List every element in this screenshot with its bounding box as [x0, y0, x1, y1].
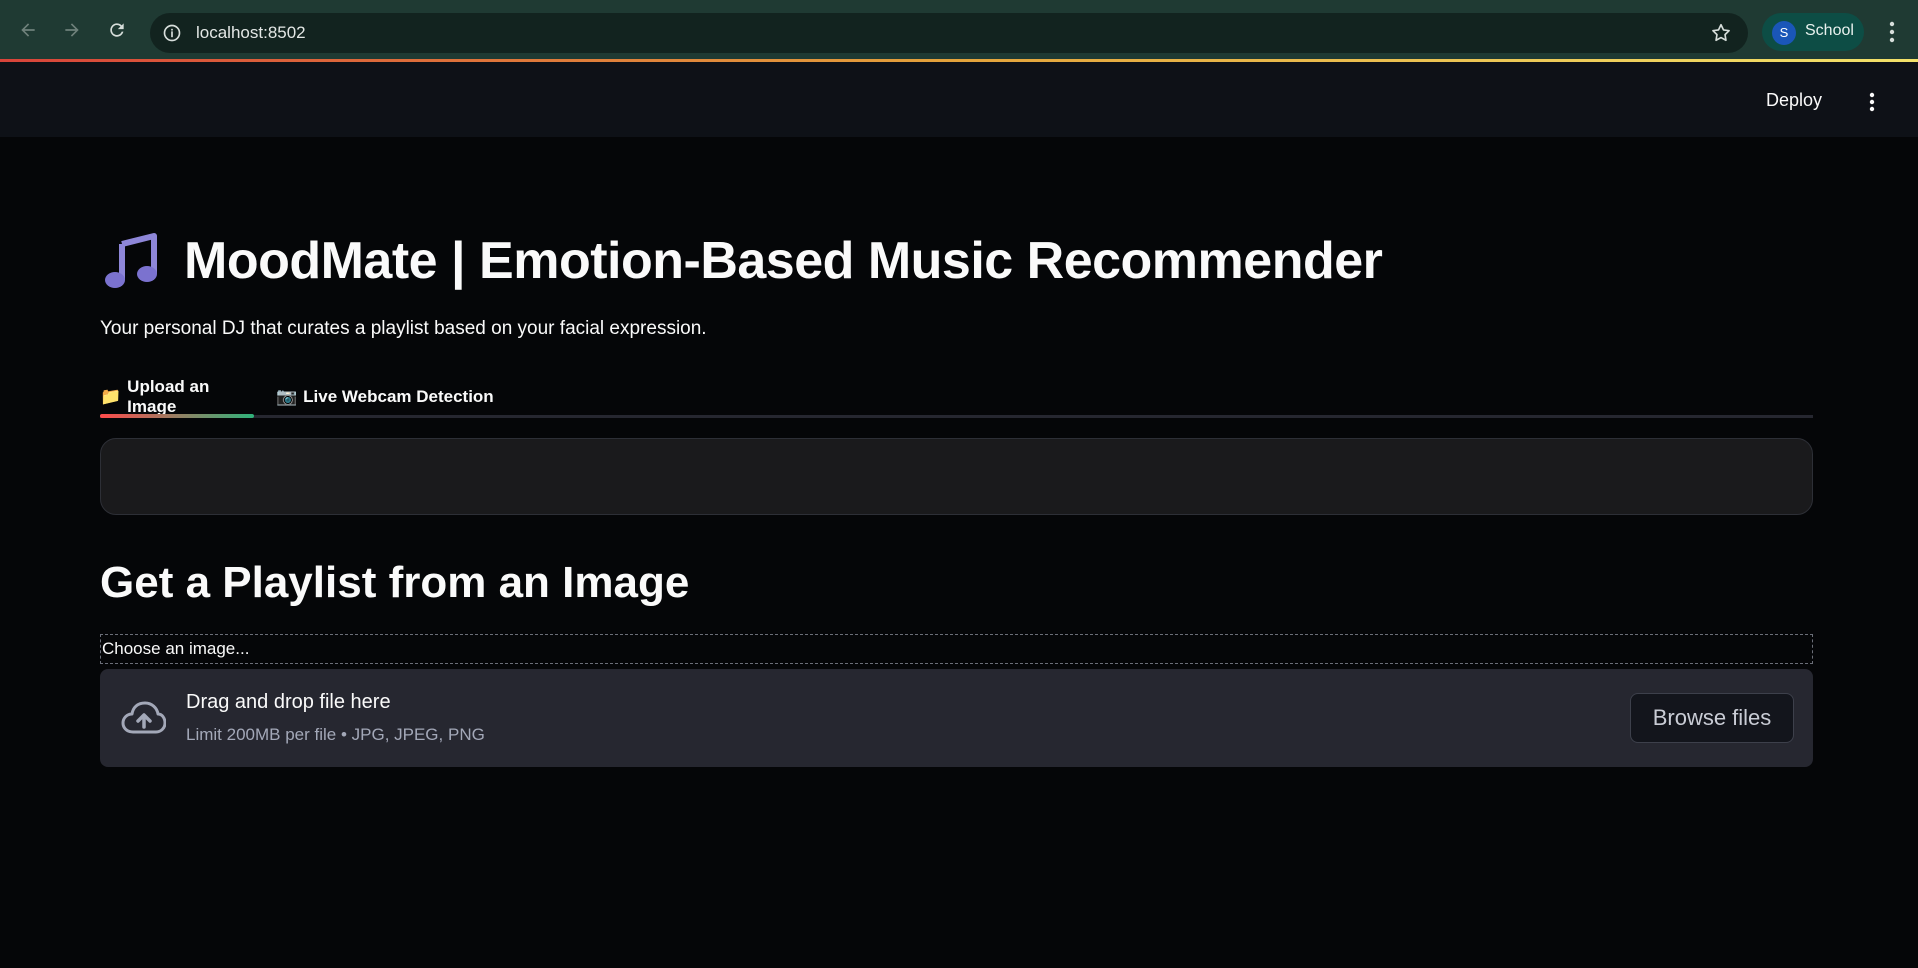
empty-container [100, 438, 1813, 515]
browser-toolbar: localhost:8502 S School [0, 0, 1918, 62]
page-title-row: MoodMate | Emotion-Based Music Recommend… [100, 228, 1383, 294]
profile-button[interactable]: S School [1762, 13, 1864, 51]
reload-icon [110, 23, 124, 37]
uploader-label: Choose an image... [100, 634, 1813, 664]
avatar: S [1772, 21, 1796, 45]
music-note-icon [105, 233, 157, 288]
deploy-button[interactable]: Deploy [1766, 90, 1822, 111]
arrow-left-icon [21, 23, 35, 37]
folder-icon: 📁 [100, 387, 122, 406]
bookmark-star-icon[interactable] [1710, 22, 1732, 44]
tab-upload-image[interactable]: 📁 Upload an Image [100, 376, 254, 418]
active-tab-indicator [100, 414, 254, 418]
browser-menu-icon[interactable] [1880, 18, 1904, 46]
file-dropzone[interactable]: Drag and drop file here Limit 200MB per … [100, 669, 1813, 767]
page-title: MoodMate | Emotion-Based Music Recommend… [184, 232, 1383, 290]
reload-button[interactable] [103, 16, 131, 44]
profile-name: School [1805, 22, 1854, 39]
app-menu-icon[interactable] [1860, 90, 1884, 114]
browse-files-button[interactable]: Browse files [1630, 693, 1794, 743]
tab-label: Live Webcam Detection [303, 387, 494, 406]
back-button[interactable] [14, 16, 42, 44]
camera-icon: 📷 [276, 387, 298, 406]
forward-button[interactable] [58, 16, 86, 44]
tab-bar: 📁 Upload an Image 📷 Live Webcam Detectio… [100, 376, 1813, 418]
dropzone-instructions: Drag and drop file here [186, 691, 391, 713]
page-subtitle: Your personal DJ that curates a playlist… [100, 318, 707, 339]
arrow-right-icon [65, 23, 79, 37]
dropzone-limit-text: Limit 200MB per file • JPG, JPEG, PNG [186, 725, 485, 744]
url-text[interactable]: localhost:8502 [196, 23, 306, 43]
app-header: Deploy [0, 62, 1918, 137]
site-info-icon[interactable] [162, 23, 182, 43]
cloud-upload-icon [121, 701, 166, 734]
tab-label: Upload an Image [127, 377, 210, 416]
tab-live-webcam[interactable]: 📷 Live Webcam Detection [276, 376, 494, 418]
section-heading: Get a Playlist from an Image [100, 558, 690, 607]
address-bar[interactable]: localhost:8502 [150, 13, 1748, 53]
